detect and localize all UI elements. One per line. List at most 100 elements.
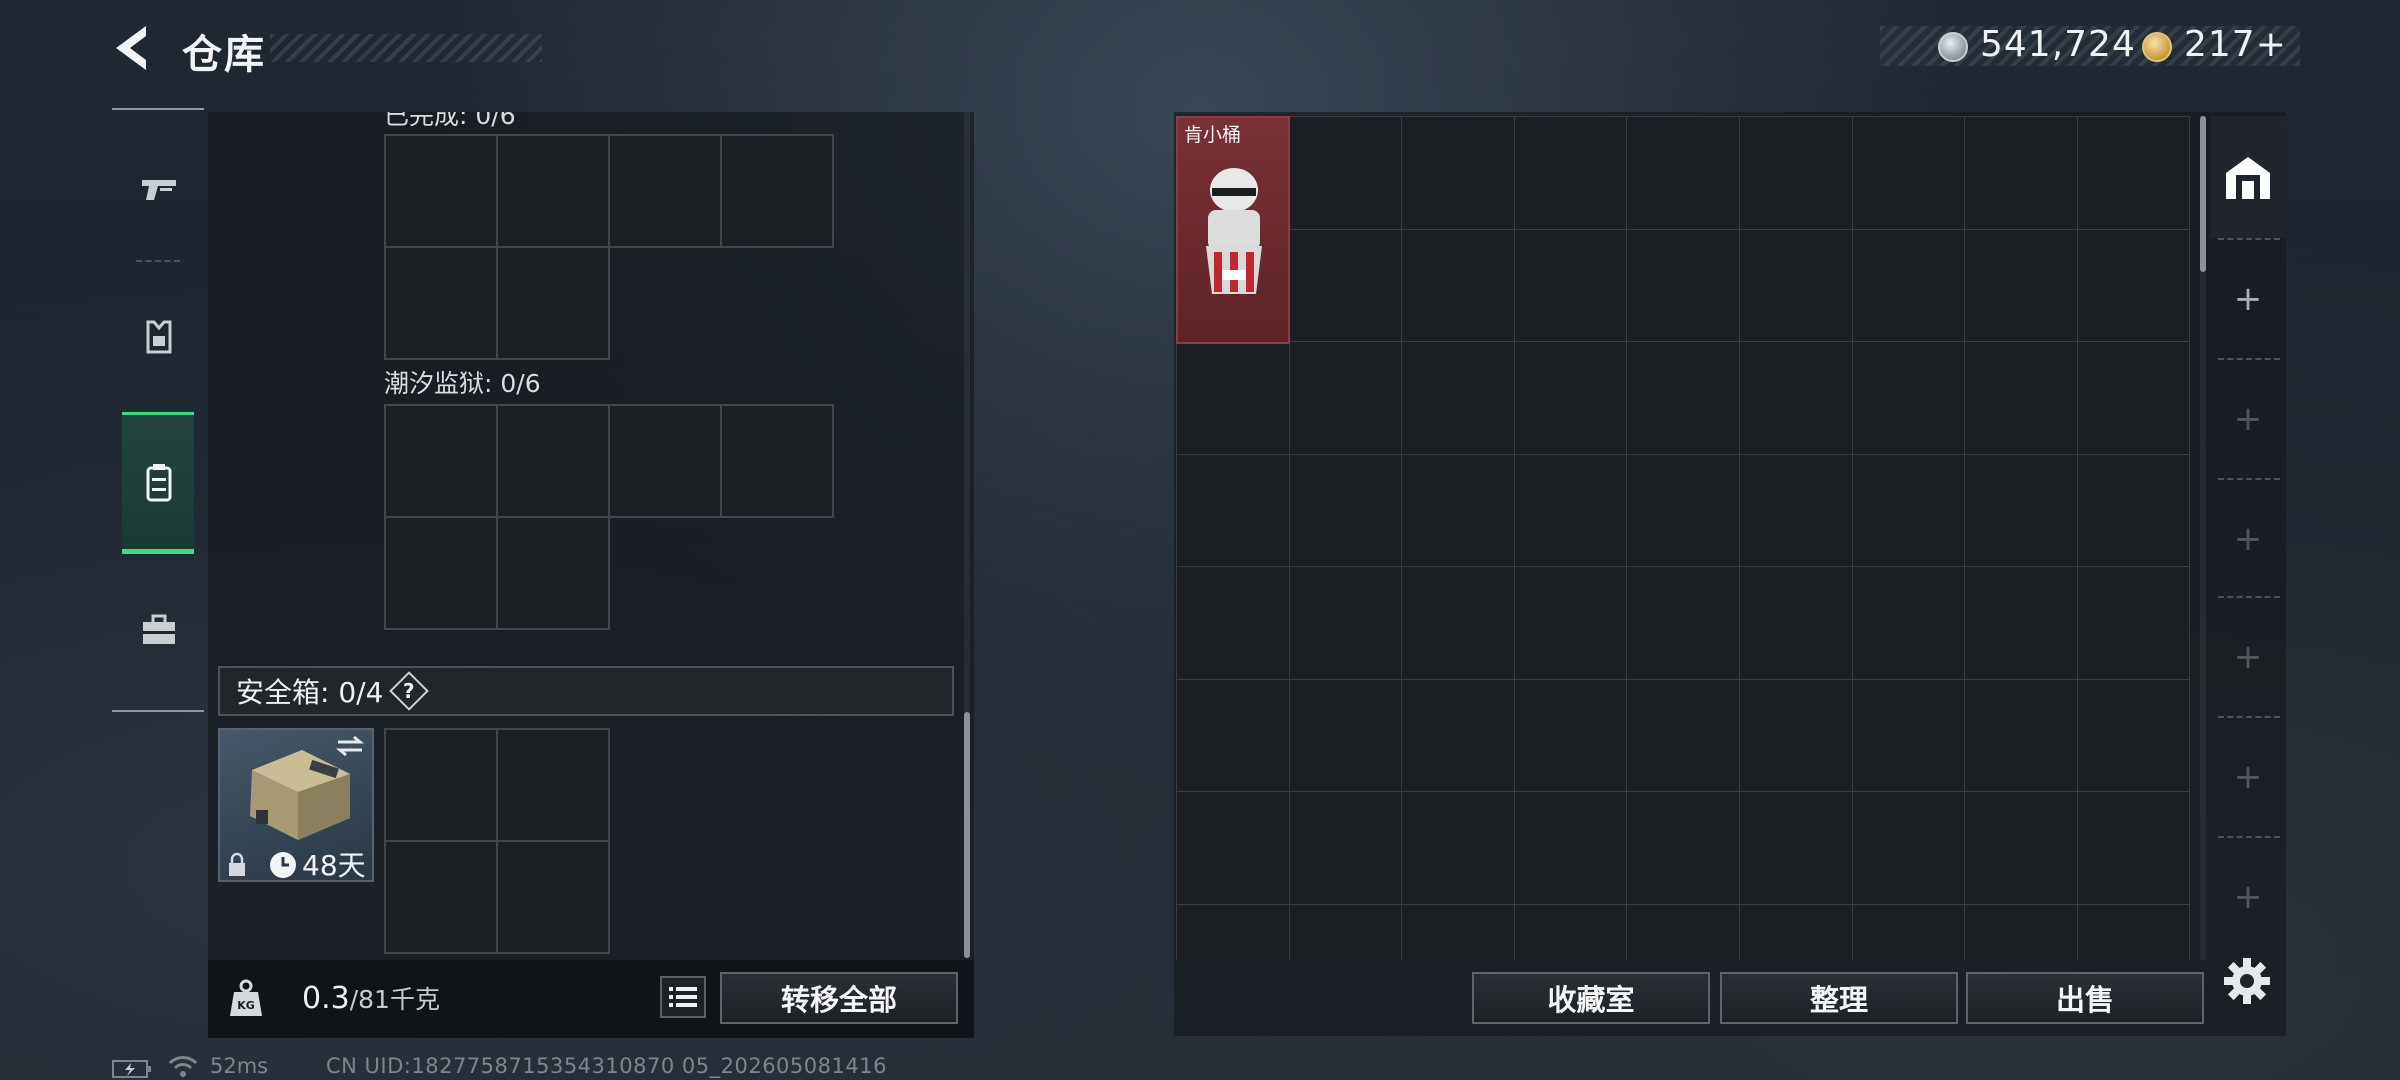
slot-cell[interactable] xyxy=(384,404,498,518)
slot-cell[interactable] xyxy=(496,516,610,630)
sell-button[interactable]: 出售 xyxy=(1966,972,2204,1024)
storage-cell[interactable] xyxy=(1626,678,1740,792)
storage-cell[interactable] xyxy=(1626,116,1740,230)
storage-cell[interactable] xyxy=(1288,453,1403,567)
nav-item-toolbox[interactable] xyxy=(124,586,194,676)
safe-slot-cell[interactable] xyxy=(496,728,610,842)
storage-grid[interactable] xyxy=(1176,116,2190,960)
loadout-scrollbar-thumb[interactable] xyxy=(964,712,970,958)
storage-cell[interactable] xyxy=(2076,453,2190,567)
storage-cell[interactable] xyxy=(1288,228,1403,342)
storage-cell[interactable] xyxy=(1851,903,1966,960)
storage-cell[interactable] xyxy=(1401,678,1515,792)
storage-cell[interactable] xyxy=(1176,453,1290,567)
storage-cell[interactable] xyxy=(2076,341,2190,455)
storage-cell[interactable] xyxy=(2076,566,2190,680)
storage-cell[interactable] xyxy=(1851,791,1966,905)
storage-tab-locked[interactable]: + xyxy=(2210,718,2286,836)
storage-cell[interactable] xyxy=(1739,566,1853,680)
slot-cell[interactable] xyxy=(384,246,498,360)
storage-cell[interactable] xyxy=(1739,228,1853,342)
storage-cell[interactable] xyxy=(2076,678,2190,792)
storage-tab-locked[interactable]: + xyxy=(2210,480,2286,598)
storage-tab-locked[interactable]: + xyxy=(2210,598,2286,716)
storage-cell[interactable] xyxy=(1176,678,1290,792)
storage-cell[interactable] xyxy=(1176,791,1290,905)
storage-cell[interactable] xyxy=(1176,566,1290,680)
storage-cell[interactable] xyxy=(1851,566,1966,680)
storage-cell[interactable] xyxy=(1739,791,1853,905)
storage-scrollbar-thumb[interactable] xyxy=(2200,116,2206,272)
storage-cell[interactable] xyxy=(1851,228,1966,342)
storage-cell[interactable] xyxy=(1513,228,1628,342)
gear-icon[interactable] xyxy=(2220,954,2274,1008)
storage-tab-main[interactable] xyxy=(2210,116,2286,238)
storage-cell[interactable] xyxy=(2076,228,2190,342)
storage-cell[interactable] xyxy=(1288,116,1403,230)
storage-cell[interactable] xyxy=(1964,678,2078,792)
safe-slot-cell[interactable] xyxy=(496,840,610,954)
storage-cell[interactable] xyxy=(1176,341,1290,455)
storage-cell[interactable] xyxy=(1626,791,1740,905)
storage-cell[interactable] xyxy=(1513,791,1628,905)
back-arrow-icon[interactable] xyxy=(108,22,156,74)
storage-cell[interactable] xyxy=(1288,341,1403,455)
safe-slot-cell[interactable] xyxy=(384,728,498,842)
storage-cell[interactable] xyxy=(1964,228,2078,342)
nav-item-weapons[interactable] xyxy=(124,144,194,234)
nav-item-armor[interactable] xyxy=(124,292,194,382)
storage-cell[interactable] xyxy=(1513,341,1628,455)
storage-cell[interactable] xyxy=(1851,116,1966,230)
slot-cell[interactable] xyxy=(720,404,834,518)
storage-cell[interactable] xyxy=(2076,903,2190,960)
storage-tab-locked[interactable]: + xyxy=(2210,838,2286,956)
storage-tab-locked[interactable]: + xyxy=(2210,360,2286,478)
storage-cell[interactable] xyxy=(1626,341,1740,455)
storage-cell[interactable] xyxy=(2076,116,2190,230)
slot-cell[interactable] xyxy=(608,134,722,248)
storage-cell[interactable] xyxy=(1288,791,1403,905)
safe-slot-cell[interactable] xyxy=(384,840,498,954)
storage-cell[interactable] xyxy=(1739,678,1853,792)
slot-cell[interactable] xyxy=(384,134,498,248)
gold-currency-value[interactable]: 217+ xyxy=(2184,24,2287,65)
slot-cell[interactable] xyxy=(496,134,610,248)
storage-cell[interactable] xyxy=(1513,566,1628,680)
slot-cell[interactable] xyxy=(608,404,722,518)
storage-cell[interactable] xyxy=(1401,566,1515,680)
storage-cell[interactable] xyxy=(1964,791,2078,905)
storage-cell[interactable] xyxy=(1288,566,1403,680)
storage-cell[interactable] xyxy=(1851,453,1966,567)
storage-cell[interactable] xyxy=(1964,566,2078,680)
slot-cell[interactable] xyxy=(384,516,498,630)
storage-cell[interactable] xyxy=(1626,903,1740,960)
storage-cell[interactable] xyxy=(1513,678,1628,792)
storage-cell[interactable] xyxy=(1176,903,1290,960)
slot-cell[interactable] xyxy=(496,404,610,518)
storage-cell[interactable] xyxy=(1401,341,1515,455)
sort-button[interactable]: 整理 xyxy=(1720,972,1958,1024)
storage-cell[interactable] xyxy=(1851,341,1966,455)
slot-cell[interactable] xyxy=(496,246,610,360)
storage-cell[interactable] xyxy=(1626,566,1740,680)
storage-cell[interactable] xyxy=(1964,116,2078,230)
storage-cell[interactable] xyxy=(1739,453,1853,567)
slot-cell[interactable] xyxy=(720,134,834,248)
storage-cell[interactable] xyxy=(2076,791,2190,905)
transfer-all-button[interactable]: 转移全部 xyxy=(720,972,958,1024)
storage-cell[interactable] xyxy=(1739,341,1853,455)
storage-cell[interactable] xyxy=(1964,453,2078,567)
storage-cell[interactable] xyxy=(1964,903,2078,960)
nav-item-backpack[interactable] xyxy=(124,438,194,528)
storage-cell[interactable] xyxy=(1739,116,1853,230)
storage-cell[interactable] xyxy=(1401,228,1515,342)
storage-cell[interactable] xyxy=(1513,453,1628,567)
storage-cell[interactable] xyxy=(1401,791,1515,905)
storage-cell[interactable] xyxy=(1513,903,1628,960)
storage-cell[interactable] xyxy=(1739,903,1853,960)
storage-cell[interactable] xyxy=(1288,678,1403,792)
storage-cell[interactable] xyxy=(1513,116,1628,230)
storage-cell[interactable] xyxy=(1626,453,1740,567)
swap-icon[interactable] xyxy=(334,734,366,758)
storage-cell[interactable] xyxy=(1401,116,1515,230)
